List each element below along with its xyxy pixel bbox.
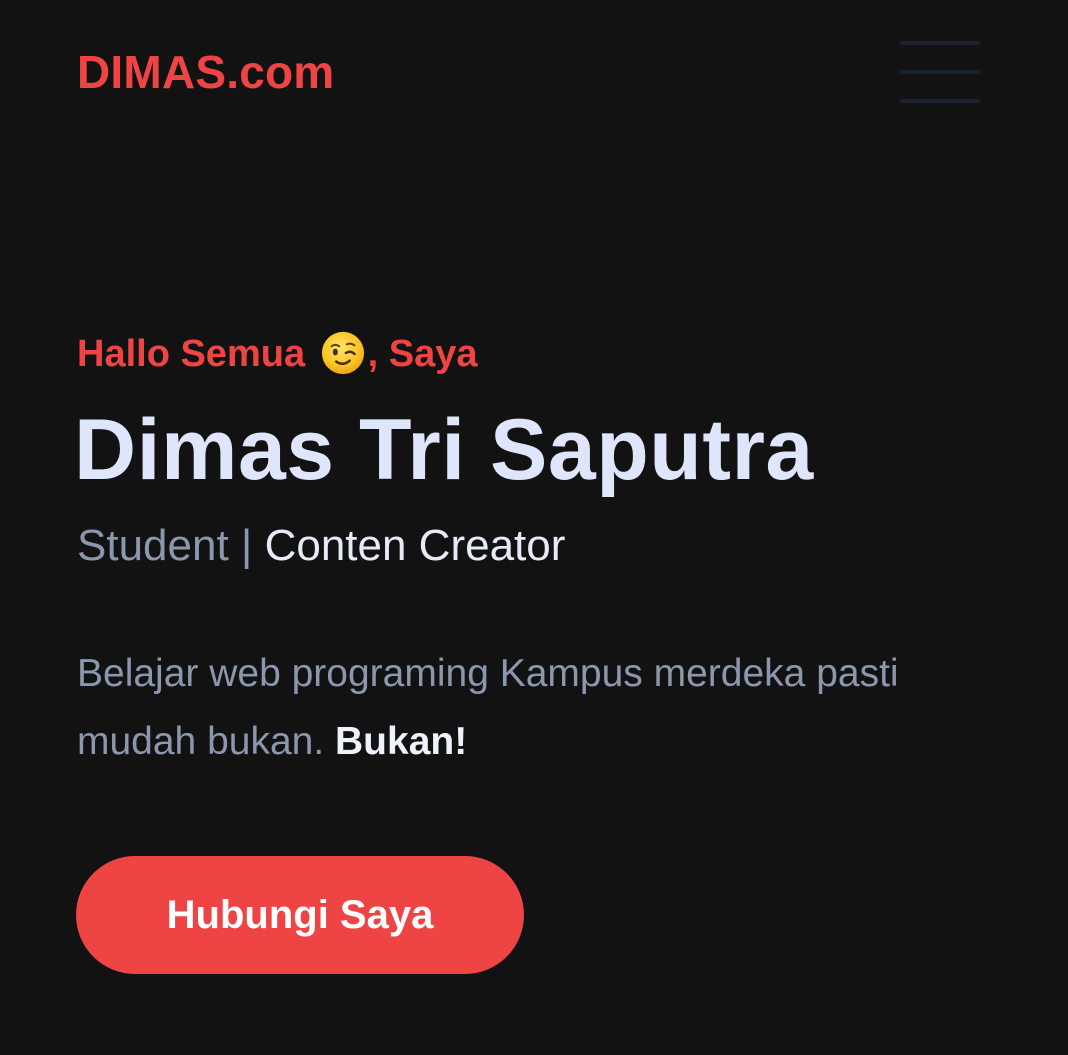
role-student: Student (77, 521, 229, 570)
site-header: DIMAS.com (0, 0, 1068, 150)
role-content-creator: Conten Creator (264, 521, 566, 570)
winking-face-emoji-icon (321, 331, 364, 375)
hamburger-line-bottom (900, 99, 980, 103)
description-emphasis: Bukan! (335, 720, 468, 763)
contact-me-button[interactable]: Hubungi Saya (76, 856, 524, 974)
description-text: Belajar web programing Kampus merdeka pa… (77, 652, 899, 763)
greeting-suffix: , Saya (367, 333, 478, 375)
hamburger-menu-icon[interactable] (898, 40, 982, 106)
hero-name: Dimas Tri Saputra (74, 402, 814, 498)
hero-greeting: Hallo Semua , Saya (77, 330, 478, 378)
greeting-text: Hallo Semua (77, 333, 316, 375)
hamburger-line-middle (900, 70, 980, 74)
role-separator: | (228, 521, 265, 570)
hero-roles: Student | Conten Creator (77, 518, 565, 574)
site-logo[interactable]: DIMAS.com (77, 42, 334, 102)
hamburger-line-top (900, 41, 980, 45)
hero-description: Belajar web programing Kampus merdeka pa… (77, 640, 977, 776)
